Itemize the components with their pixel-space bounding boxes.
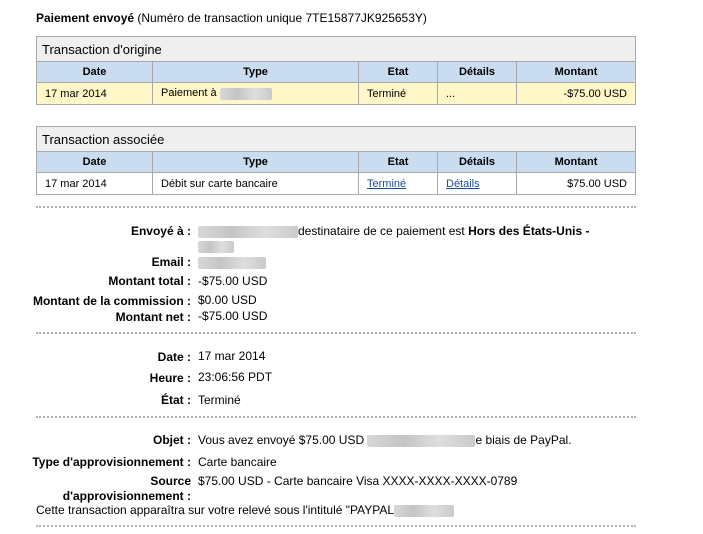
redacted-block — [367, 434, 476, 447]
col-date: Date — [36, 151, 153, 173]
col-amount: Montant — [516, 61, 636, 83]
date-value: 17 mar 2014 — [198, 349, 266, 363]
funding-source-value: $75.00 USD - Carte bancaire Visa XXXX-XX… — [198, 474, 518, 488]
subject-label: Objet : — [153, 433, 191, 447]
col-status: Etat — [358, 151, 438, 173]
time-value: 23:06:56 PDT — [198, 370, 273, 384]
redacted-block — [198, 225, 298, 238]
date-label: Date : — [157, 350, 191, 364]
statement-note: Cette transaction apparaîtra sur votre r… — [36, 503, 455, 517]
email-value — [198, 255, 266, 269]
status-link[interactable]: Terminé — [367, 178, 406, 190]
redacted-block — [219, 87, 272, 100]
col-date: Date — [36, 61, 153, 83]
fee-value: $0.00 USD — [198, 293, 257, 307]
divider — [36, 206, 636, 208]
page-title: Paiement envoyé — [36, 11, 135, 25]
table-row: 17 mar 2014 Paiement à Terminé ... -$75.… — [36, 82, 636, 105]
funding-source-label: Source d'approvisionnement : — [62, 474, 191, 503]
original-transaction-caption: Transaction d'origine — [36, 36, 636, 62]
status-value: Terminé — [198, 393, 241, 407]
table-row: 17 mar 2014 Débit sur carte bancaire Ter… — [36, 172, 636, 195]
col-details: Détails — [437, 61, 517, 83]
row-type: Paiement à — [152, 82, 359, 105]
col-type: Type — [152, 61, 359, 83]
net-label: Montant net : — [115, 310, 191, 324]
row-details: Détails — [437, 172, 517, 195]
status-label: État : — [161, 393, 191, 407]
sent-to-label: Envoyé à : — [130, 224, 191, 238]
page-header: Paiement envoyé (Numéro de transaction u… — [36, 11, 427, 25]
divider — [36, 332, 636, 334]
row-type: Débit sur carte bancaire — [152, 172, 359, 195]
transaction-id: (Numéro de transaction unique 7TE15877JK… — [137, 11, 427, 25]
email-label: Email : — [151, 255, 191, 269]
col-details: Détails — [437, 151, 517, 173]
total-label: Montant total : — [108, 274, 191, 288]
row-amount: -$75.00 USD — [516, 82, 636, 105]
funding-type-label: Type d'approvisionnement : — [32, 455, 191, 469]
original-transaction-table: Transaction d'origine Date Type Etat Dét… — [36, 36, 636, 105]
related-transaction-caption: Transaction associée — [36, 126, 636, 152]
sent-to-value: destinataire de ce paiement est Hors des… — [198, 224, 590, 238]
time-label: Heure : — [149, 371, 191, 385]
row-status: Terminé — [358, 172, 438, 195]
col-type: Type — [152, 151, 359, 173]
row-amount: $75.00 USD — [516, 172, 636, 195]
redacted-block — [394, 504, 455, 517]
details-link[interactable]: Détails — [446, 178, 480, 190]
redacted-block — [198, 256, 266, 269]
fee-label: Montant de la commission : — [32, 294, 191, 308]
related-transaction-table: Transaction associée Date Type Etat Déta… — [36, 126, 636, 195]
row-details: ... — [437, 82, 517, 105]
divider — [36, 525, 636, 527]
funding-type-value: Carte bancaire — [198, 455, 277, 469]
subject-value: Vous avez envoyé $75.00 USD e biais de P… — [198, 433, 572, 447]
divider — [36, 416, 636, 418]
row-status: Terminé — [358, 82, 438, 105]
redacted-line — [198, 239, 234, 253]
total-value: -$75.00 USD — [198, 274, 268, 288]
col-status: Etat — [358, 61, 438, 83]
row-date: 17 mar 2014 — [36, 172, 153, 195]
row-date: 17 mar 2014 — [36, 82, 153, 105]
net-value: -$75.00 USD — [198, 309, 268, 323]
col-amount: Montant — [516, 151, 636, 173]
